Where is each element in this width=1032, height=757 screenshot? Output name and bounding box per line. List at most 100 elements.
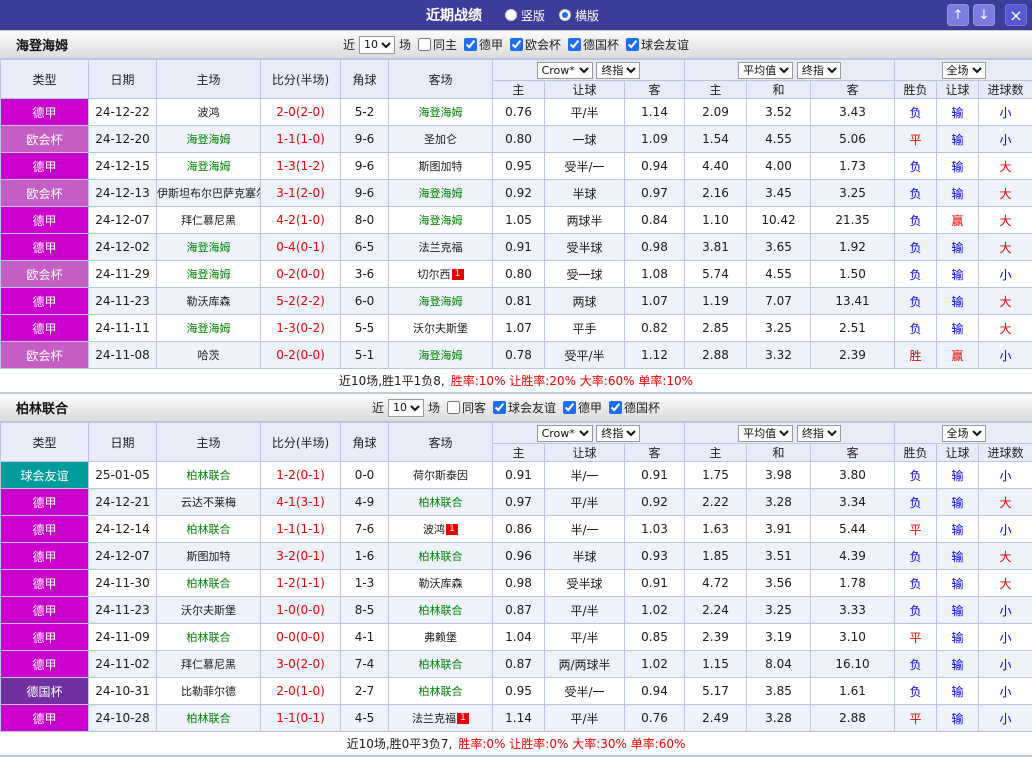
home-team-cell[interactable]: 柏林联合 bbox=[157, 462, 261, 489]
score-cell[interactable]: 1-1(1-0) bbox=[261, 126, 341, 153]
scope-select[interactable]: 全场 bbox=[942, 62, 986, 79]
home-team-cell[interactable]: 柏林联合 bbox=[157, 516, 261, 543]
away-team-cell[interactable]: 勒沃库森 bbox=[389, 570, 493, 597]
home-team-cell[interactable]: 沃尔夫斯堡 bbox=[157, 597, 261, 624]
away-team-cell[interactable]: 柏林联合 bbox=[389, 651, 493, 678]
checkbox-input[interactable] bbox=[563, 401, 576, 414]
home-team-cell[interactable]: 波鸿 bbox=[157, 99, 261, 126]
filter-checkbox[interactable]: 德甲 bbox=[464, 36, 503, 53]
move-down-button[interactable]: ↓ bbox=[973, 4, 995, 26]
score-cell[interactable]: 3-0(2-0) bbox=[261, 651, 341, 678]
away-team-cell[interactable]: 海登海姆 bbox=[389, 288, 493, 315]
away-team-cell[interactable]: 切尔西1 bbox=[389, 261, 493, 288]
home-team-cell[interactable]: 海登海姆 bbox=[157, 126, 261, 153]
away-team-cell[interactable]: 圣加仑 bbox=[389, 126, 493, 153]
away-team-cell[interactable]: 弗赖堡 bbox=[389, 624, 493, 651]
europe-source-select[interactable]: 平均值 bbox=[738, 62, 793, 79]
score-cell[interactable]: 1-1(1-1) bbox=[261, 516, 341, 543]
home-team-cell[interactable]: 海登海姆 bbox=[157, 315, 261, 342]
score-cell[interactable]: 2-0(1-0) bbox=[261, 678, 341, 705]
odds-stage-select[interactable]: 终指 bbox=[596, 425, 640, 442]
score-cell[interactable]: 0-4(0-1) bbox=[261, 234, 341, 261]
score-cell[interactable]: 3-1(2-0) bbox=[261, 180, 341, 207]
score-cell[interactable]: 1-0(0-0) bbox=[261, 597, 341, 624]
score-cell[interactable]: 1-2(0-1) bbox=[261, 462, 341, 489]
handicap-home-odds: 0.95 bbox=[493, 153, 545, 180]
odds-stage-select[interactable]: 终指 bbox=[596, 62, 640, 79]
filter-checkbox[interactable]: 欧会杯 bbox=[510, 36, 561, 53]
recent-count-select[interactable]: 10 bbox=[359, 36, 395, 54]
home-team-cell[interactable]: 哈茨 bbox=[157, 342, 261, 369]
score-cell[interactable]: 1-3(1-2) bbox=[261, 153, 341, 180]
score-cell[interactable]: 4-1(3-1) bbox=[261, 489, 341, 516]
home-team-cell[interactable]: 伊斯坦布尔巴萨克塞尔 bbox=[157, 180, 261, 207]
home-team-cell[interactable]: 拜仁慕尼黑 bbox=[157, 651, 261, 678]
home-team-cell[interactable]: 柏林联合 bbox=[157, 705, 261, 732]
checkbox-input[interactable] bbox=[418, 38, 431, 51]
close-button[interactable]: × bbox=[1005, 4, 1027, 26]
away-team-cell[interactable]: 波鸿1 bbox=[389, 516, 493, 543]
home-team-cell[interactable]: 斯图加特 bbox=[157, 543, 261, 570]
layout-radio-horizontal[interactable]: 横版 bbox=[559, 7, 599, 24]
filter-checkbox[interactable]: 球会友谊 bbox=[626, 36, 689, 53]
odds-source-select[interactable]: Crow* bbox=[537, 62, 593, 79]
away-team-cell[interactable]: 沃尔夫斯堡 bbox=[389, 315, 493, 342]
away-team-cell[interactable]: 柏林联合 bbox=[389, 678, 493, 705]
home-team-cell[interactable]: 柏林联合 bbox=[157, 570, 261, 597]
filter-checkbox[interactable]: 球会友谊 bbox=[493, 399, 556, 416]
away-team-cell[interactable]: 荷尔斯泰因 bbox=[389, 462, 493, 489]
away-team-cell[interactable]: 法兰克福1 bbox=[389, 705, 493, 732]
home-team-cell[interactable]: 海登海姆 bbox=[157, 153, 261, 180]
europe-source-select[interactable]: 平均值 bbox=[738, 425, 793, 442]
home-team-cell[interactable]: 海登海姆 bbox=[157, 234, 261, 261]
score-cell[interactable]: 0-2(0-0) bbox=[261, 261, 341, 288]
away-team-cell[interactable]: 海登海姆 bbox=[389, 342, 493, 369]
corner-cell: 2-7 bbox=[341, 678, 389, 705]
checkbox-input[interactable] bbox=[568, 38, 581, 51]
score-cell[interactable]: 1-3(0-2) bbox=[261, 315, 341, 342]
league-label: 欧会杯 bbox=[26, 133, 62, 147]
odds-source-select[interactable]: Crow* bbox=[537, 425, 593, 442]
recent-count-select[interactable]: 10 bbox=[388, 399, 424, 417]
handicap-away-odds: 0.92 bbox=[625, 489, 685, 516]
away-team-cell[interactable]: 柏林联合 bbox=[389, 489, 493, 516]
away-team-cell[interactable]: 法兰克福 bbox=[389, 234, 493, 261]
filter-checkbox[interactable]: 同主 bbox=[418, 36, 457, 53]
away-team-cell[interactable]: 柏林联合 bbox=[389, 597, 493, 624]
away-team-cell[interactable]: 柏林联合 bbox=[389, 543, 493, 570]
score-cell[interactable]: 4-2(1-0) bbox=[261, 207, 341, 234]
score-cell[interactable]: 2-0(2-0) bbox=[261, 99, 341, 126]
score-cell[interactable]: 1-1(0-1) bbox=[261, 705, 341, 732]
away-team-cell[interactable]: 海登海姆 bbox=[389, 207, 493, 234]
home-team-cell[interactable]: 海登海姆 bbox=[157, 261, 261, 288]
filter-checkbox[interactable]: 德国杯 bbox=[609, 399, 660, 416]
filter-checkbox[interactable]: 德甲 bbox=[563, 399, 602, 416]
checkbox-input[interactable] bbox=[609, 401, 622, 414]
score-cell[interactable]: 0-0(0-0) bbox=[261, 624, 341, 651]
away-team-cell[interactable]: 斯图加特 bbox=[389, 153, 493, 180]
checkbox-input[interactable] bbox=[510, 38, 523, 51]
away-team-cell[interactable]: 海登海姆 bbox=[389, 180, 493, 207]
score-cell[interactable]: 3-2(0-1) bbox=[261, 543, 341, 570]
score-cell[interactable]: 0-2(0-0) bbox=[261, 342, 341, 369]
score-cell[interactable]: 5-2(2-2) bbox=[261, 288, 341, 315]
home-team-cell[interactable]: 拜仁慕尼黑 bbox=[157, 207, 261, 234]
home-team-cell[interactable]: 比勒菲尔德 bbox=[157, 678, 261, 705]
score-cell[interactable]: 1-2(1-1) bbox=[261, 570, 341, 597]
layout-radio-vertical[interactable]: 竖版 bbox=[505, 7, 545, 24]
europe-stage-select[interactable]: 终指 bbox=[797, 425, 841, 442]
home-team-cell[interactable]: 勒沃库森 bbox=[157, 288, 261, 315]
checkbox-input[interactable] bbox=[493, 401, 506, 414]
checkbox-input[interactable] bbox=[447, 401, 460, 414]
scope-select[interactable]: 全场 bbox=[942, 425, 986, 442]
home-team-cell[interactable]: 云达不莱梅 bbox=[157, 489, 261, 516]
europe-stage-select[interactable]: 终指 bbox=[797, 62, 841, 79]
away-team-cell[interactable]: 海登海姆 bbox=[389, 99, 493, 126]
checkbox-input[interactable] bbox=[626, 38, 639, 51]
move-up-button[interactable]: ↑ bbox=[947, 4, 969, 26]
home-team-cell[interactable]: 柏林联合 bbox=[157, 624, 261, 651]
filter-checkbox[interactable]: 德国杯 bbox=[568, 36, 619, 53]
checkbox-input[interactable] bbox=[464, 38, 477, 51]
handicap-away-odds: 1.09 bbox=[625, 126, 685, 153]
filter-checkbox[interactable]: 同客 bbox=[447, 399, 486, 416]
